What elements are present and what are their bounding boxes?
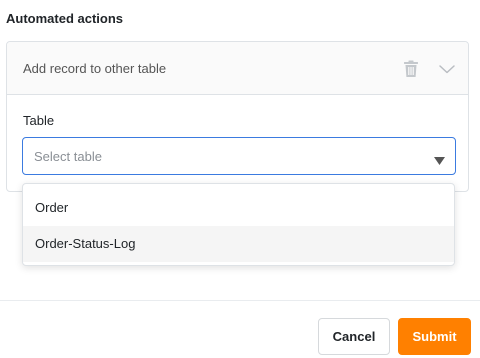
trash-icon[interactable] (403, 60, 419, 78)
section-title: Automated actions (6, 11, 124, 26)
footer-divider (0, 300, 480, 301)
submit-button[interactable]: Submit (398, 318, 471, 355)
automated-actions-panel: Automated actions Add record to other ta… (0, 0, 480, 358)
dropdown-option-order[interactable]: Order (23, 190, 454, 226)
table-select-placeholder: Select table (34, 149, 102, 164)
chevron-down-icon[interactable] (438, 60, 456, 78)
table-field-label: Table (23, 113, 55, 128)
action-card-header[interactable]: Add record to other table (7, 42, 468, 95)
action-card: Add record to other table Table Select t… (6, 41, 469, 192)
dropdown-option-order-status-log[interactable]: Order-Status-Log (23, 226, 454, 262)
table-dropdown-menu: Order Order-Status-Log (22, 183, 455, 266)
table-select[interactable]: Select table (22, 137, 456, 175)
action-card-title: Add record to other table (23, 61, 167, 76)
cancel-button[interactable]: Cancel (318, 318, 390, 355)
caret-down-icon (434, 152, 445, 165)
